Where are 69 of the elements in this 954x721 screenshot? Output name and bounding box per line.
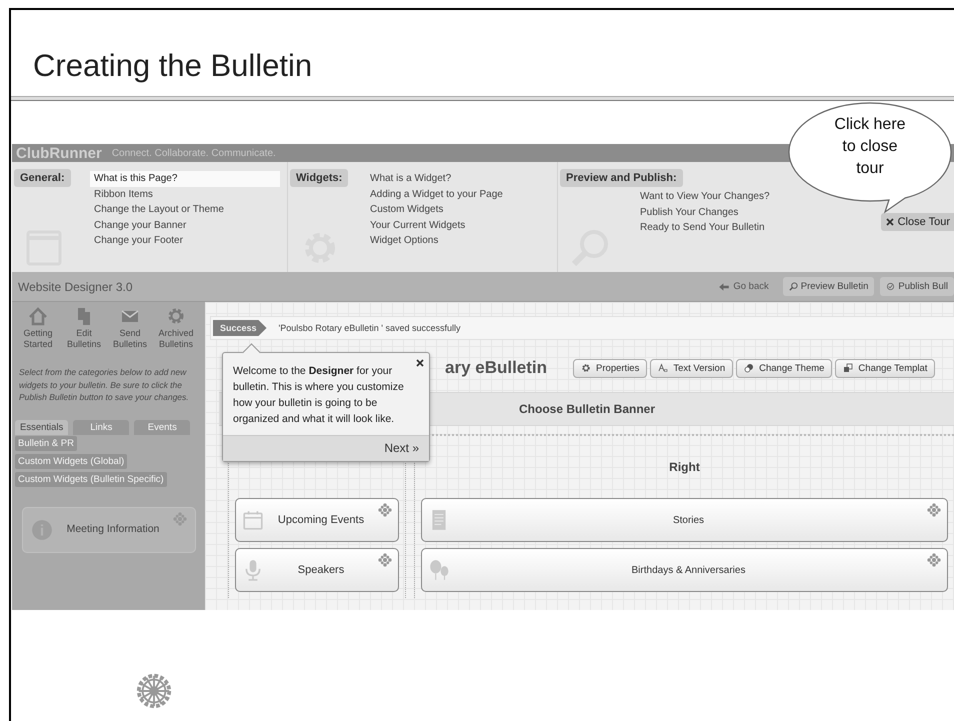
widget-tile[interactable]: Upcoming Events [235, 498, 399, 542]
tour-topic-link[interactable]: Want to View Your Changes? [636, 189, 826, 205]
widget-label: Birthdays & Anniversaries [630, 564, 746, 576]
pages-icon [843, 363, 854, 373]
tour-topic-link[interactable]: Custom Widgets [366, 202, 556, 218]
house-icon [28, 306, 48, 326]
tour-topic-link[interactable]: Change your Footer [90, 233, 280, 249]
category-tab[interactable]: Essentials [15, 420, 68, 434]
gear-wheel-icon [135, 672, 173, 710]
column-heading: Right [669, 460, 700, 474]
toolbar-button[interactable]: Publish Bull [880, 277, 954, 296]
tour-topic-link[interactable]: What is a Widget? [366, 171, 556, 187]
help-text: Select from the categories below to add new widgets to your bulletin. Be sure to click the Publish Bulletin button to save your changes. [18, 366, 190, 404]
text-size-icon [658, 363, 668, 373]
toolbar-button[interactable]: Preview Bulletin [782, 277, 874, 296]
widget-tile[interactable]: Stories [421, 498, 948, 542]
tour-topic-link[interactable]: Ribbon Items [90, 186, 280, 202]
paint-drop-icon [744, 363, 754, 373]
app-logo: ClubRunner [16, 144, 102, 162]
widget-tile[interactable]: Speakers [235, 548, 399, 592]
group-label: Preview and Publish: [560, 169, 683, 187]
callout-text: Click here to close tour [833, 115, 907, 179]
next-link[interactable]: Next » [384, 441, 419, 455]
tour-topic-link[interactable]: Widget Options [366, 233, 556, 249]
bulletin-title: ary eBulletin [445, 358, 548, 378]
slide-title: Creating the Bulletin [32, 47, 312, 85]
group-label: Widgets: [290, 169, 348, 187]
move-icon [927, 503, 941, 517]
toolbar-button[interactable]: Text Version [650, 358, 734, 378]
status-message: 'Poulsbo Rotary eBulletin ' saved successfully [278, 323, 461, 333]
tour-topic-link[interactable]: Ready to Send Your Bulletin [636, 220, 826, 236]
move-icon [378, 503, 392, 517]
app-title: Website Designer 3.0 [18, 280, 133, 294]
widget-tile[interactable]: Meeting Information [22, 506, 196, 552]
search-icon [788, 282, 798, 291]
tour-topic-link[interactable]: Change your Banner [90, 218, 280, 234]
toolbar-button[interactable]: Properties [573, 358, 648, 378]
tour-topic-link[interactable]: What is this Page? [90, 171, 280, 187]
sidebar-nav-item[interactable]: Archived Bulletins [153, 306, 199, 350]
toolbar-button[interactable]: Change Theme [736, 358, 832, 378]
calendar-icon [242, 509, 264, 531]
widget-label: Meeting Information [66, 523, 160, 536]
move-icon [927, 553, 941, 567]
toolbar-button[interactable]: Change Templat [835, 358, 936, 378]
sidebar-nav-item[interactable]: Send Bulletins [107, 306, 153, 350]
app-tagline: Connect. Collaborate. Communicate. [112, 148, 276, 158]
success-badge: Success [213, 320, 267, 336]
go-back-link[interactable]: Go back [717, 280, 769, 292]
gear-icon [581, 363, 592, 373]
tour-topic-link[interactable]: Change the Layout or Theme [90, 202, 280, 218]
sidebar-nav-item[interactable]: Getting Started [15, 306, 61, 350]
gear-icon [166, 306, 186, 326]
close-tour-button[interactable]: Close Tour [880, 213, 954, 231]
tour-topic-link[interactable]: Your Current Widgets [366, 218, 556, 234]
close-icon[interactable] [415, 358, 425, 368]
move-icon [173, 512, 187, 526]
widget-label: Stories [672, 514, 706, 526]
close-icon [884, 217, 895, 227]
tour-topic-link[interactable]: Publish Your Changes [636, 204, 826, 220]
back-arrow-icon [717, 280, 732, 292]
widget-tile[interactable]: Birthdays & Anniversaries [421, 548, 948, 592]
balloons-icon [428, 559, 450, 581]
check-circle-icon [886, 282, 896, 291]
sidebar-nav-item[interactable]: Edit Bulletins [61, 306, 107, 350]
group-label: General: [14, 169, 71, 187]
widget-label: Upcoming Events [276, 514, 366, 526]
tour-topic-link[interactable]: Adding a Widget to your Page [366, 186, 556, 202]
widget-label: Speakers [296, 564, 346, 576]
move-icon [378, 553, 392, 567]
